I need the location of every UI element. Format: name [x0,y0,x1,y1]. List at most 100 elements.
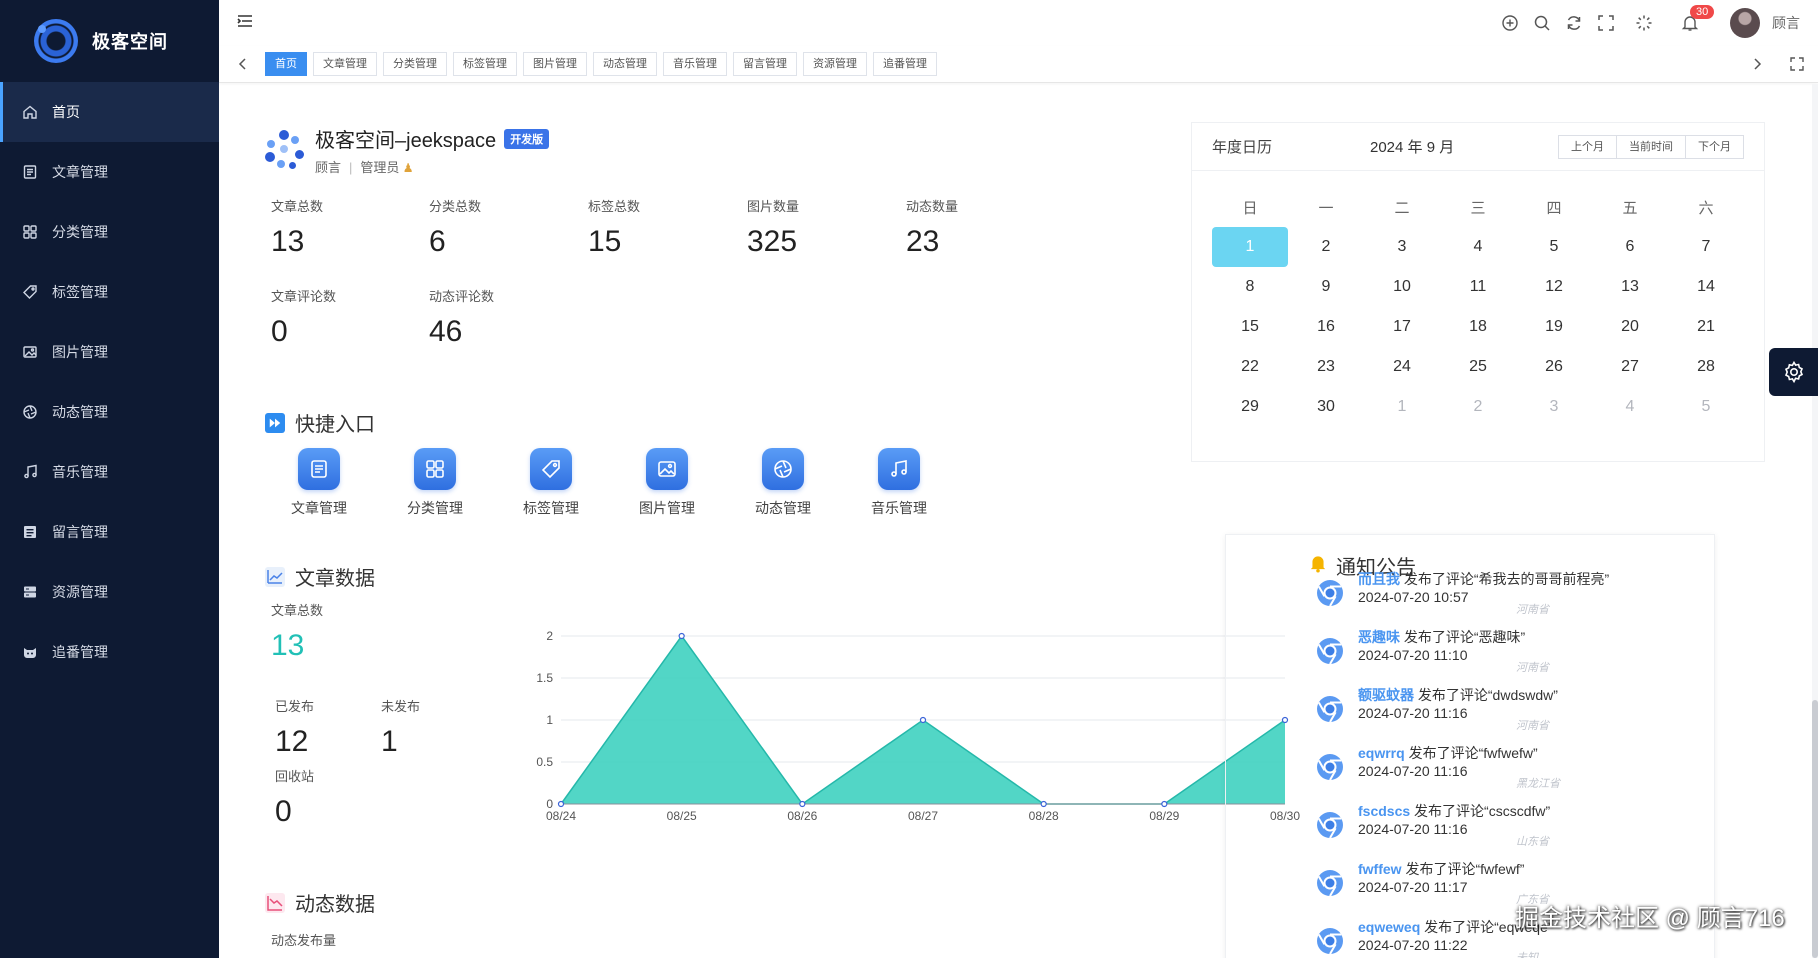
tab-scroll-left-icon[interactable] [233,54,253,74]
next-month-button[interactable]: 下个月 [1685,135,1744,159]
calendar-day[interactable]: 13 [1592,267,1668,307]
sidebar-item-anime[interactable]: 追番管理 [0,622,219,682]
calendar-day[interactable]: 17 [1364,307,1440,347]
sidebar-item-messages[interactable]: 留言管理 [0,502,219,562]
notice-user[interactable]: 额驱蚊器 [1358,687,1414,703]
settings-button[interactable] [1769,348,1818,396]
calendar-day[interactable]: 20 [1592,307,1668,347]
calendar-day[interactable]: 2 [1288,227,1364,267]
notice-user[interactable]: fscdscs [1358,803,1410,819]
bell-icon[interactable]: 30 [1680,5,1715,33]
calendar-day[interactable]: 4 [1592,387,1668,427]
calendar-day[interactable]: 5 [1516,227,1592,267]
notice-item[interactable]: 额驱蚊器 发布了评论“dwdswdw” 2024-07-20 11:16 河南省 [1316,685,1696,743]
quick-item-articles[interactable]: 文章管理 [261,448,377,518]
notice-item[interactable]: eqwrrq 发布了评论“fwfwefw” 2024-07-20 11:16 黑龙江… [1316,743,1696,801]
quick-item-music[interactable]: 音乐管理 [841,448,957,518]
calendar-day[interactable]: 8 [1212,267,1288,307]
notice-item[interactable]: 恶趣味 发布了评论“恶趣味” 2024-07-20 11:10 河南省 [1316,627,1696,685]
notice-user[interactable]: eqweweq [1358,919,1420,935]
calendar-day[interactable]: 28 [1668,347,1744,387]
calendar-day[interactable]: 18 [1440,307,1516,347]
sidebar-item-images[interactable]: 图片管理 [0,322,219,382]
browser-icon [1317,870,1343,897]
tab-home[interactable]: 首页 [265,52,307,76]
sidebar-item-dynamics[interactable]: 动态管理 [0,382,219,442]
username[interactable]: 顾言 [1772,13,1800,33]
calendar-day[interactable]: 11 [1440,267,1516,307]
tab-music[interactable]: 音乐管理 [663,52,727,76]
tab-categories[interactable]: 分类管理 [383,52,447,76]
calendar-day[interactable]: 27 [1592,347,1668,387]
calendar-day[interactable]: 23 [1288,347,1364,387]
sidebar-item-music[interactable]: 音乐管理 [0,442,219,502]
article-data-heading: 文章数据 [265,562,375,591]
calendar-day[interactable]: 21 [1668,307,1744,347]
tab-tags[interactable]: 标签管理 [453,52,517,76]
tab-resources[interactable]: 资源管理 [803,52,867,76]
loading-icon[interactable] [1634,13,1654,33]
tab-messages[interactable]: 留言管理 [733,52,797,76]
sidebar-item-tags[interactable]: 标签管理 [0,262,219,322]
calendar-day[interactable]: 29 [1212,387,1288,427]
today-button[interactable]: 当前时间 [1616,135,1686,159]
trend-down-icon [265,892,285,913]
calendar-day[interactable]: 22 [1212,347,1288,387]
tab-fullscreen-icon[interactable] [1787,54,1807,74]
fullscreen-icon[interactable] [1596,13,1616,33]
calendar-day[interactable]: 25 [1440,347,1516,387]
sidebar-item-categories[interactable]: 分类管理 [0,202,219,262]
calendar-day[interactable]: 1 [1364,387,1440,427]
sidebar-item-home[interactable]: 首页 [0,82,219,142]
browser-icon [1317,812,1343,839]
calendar-day[interactable]: 9 [1288,267,1364,307]
calendar-day[interactable]: 2 [1440,387,1516,427]
calendar-day[interactable]: 7 [1668,227,1744,267]
calendar-day[interactable]: 16 [1288,307,1364,347]
calendar-day-label: 15 [1241,318,1259,335]
notice-user[interactable]: 而且我 [1358,571,1400,587]
calendar-day[interactable]: 19 [1516,307,1592,347]
tab-articles[interactable]: 文章管理 [313,52,377,76]
calendar-day-selected[interactable]: 1 [1212,227,1288,267]
menu-fold-icon[interactable] [237,14,253,28]
calendar-day[interactable]: 3 [1364,227,1440,267]
tab-scroll-right-icon[interactable] [1747,54,1767,74]
avatar[interactable] [1730,8,1760,38]
notice-time: 2024-07-20 11:17 [1358,879,1468,895]
calendar-day[interactable]: 6 [1592,227,1668,267]
search-icon[interactable] [1532,13,1552,33]
quick-item-tags[interactable]: 标签管理 [493,448,609,518]
calendar-day[interactable]: 5 [1668,387,1744,427]
prev-month-button[interactable]: 上个月 [1558,135,1617,159]
calendar-day[interactable]: 12 [1516,267,1592,307]
calendar-day[interactable]: 4 [1440,227,1516,267]
quick-item-dynamics[interactable]: 动态管理 [725,448,841,518]
calendar-day[interactable]: 10 [1364,267,1440,307]
calendar-day[interactable]: 3 [1516,387,1592,427]
logo[interactable]: 极客空间 [0,0,219,82]
x-tick-label: 08/28 [1029,809,1059,823]
tab-dynamics[interactable]: 动态管理 [593,52,657,76]
calendar-day[interactable]: 30 [1288,387,1364,427]
gear-icon [1784,360,1803,384]
tab-anime[interactable]: 追番管理 [873,52,937,76]
quick-item-categories[interactable]: 分类管理 [377,448,493,518]
quick-item-images[interactable]: 图片管理 [609,448,725,518]
stat-label: 图片数量 [747,199,800,214]
calendar-day[interactable]: 14 [1668,267,1744,307]
calendar-day[interactable]: 26 [1516,347,1592,387]
notice-user[interactable]: eqwrrq [1358,745,1405,761]
notice-item[interactable]: 而且我 发布了评论“希我去的哥哥前程亮” 2024-07-20 10:57 河南省 [1316,569,1696,627]
page-scrollbar-thumb[interactable] [1812,700,1818,958]
calendar-day[interactable]: 24 [1364,347,1440,387]
notice-user[interactable]: fwffew [1358,861,1402,877]
notice-item[interactable]: fscdscs 发布了评论“cscscdfw” 2024-07-20 11:16 山… [1316,801,1696,859]
add-icon[interactable] [1500,13,1520,33]
sidebar-item-articles[interactable]: 文章管理 [0,142,219,202]
sidebar-item-resources[interactable]: 资源管理 [0,562,219,622]
tab-images[interactable]: 图片管理 [523,52,587,76]
refresh-icon[interactable] [1564,13,1584,33]
notice-user[interactable]: 恶趣味 [1358,629,1400,645]
calendar-day[interactable]: 15 [1212,307,1288,347]
